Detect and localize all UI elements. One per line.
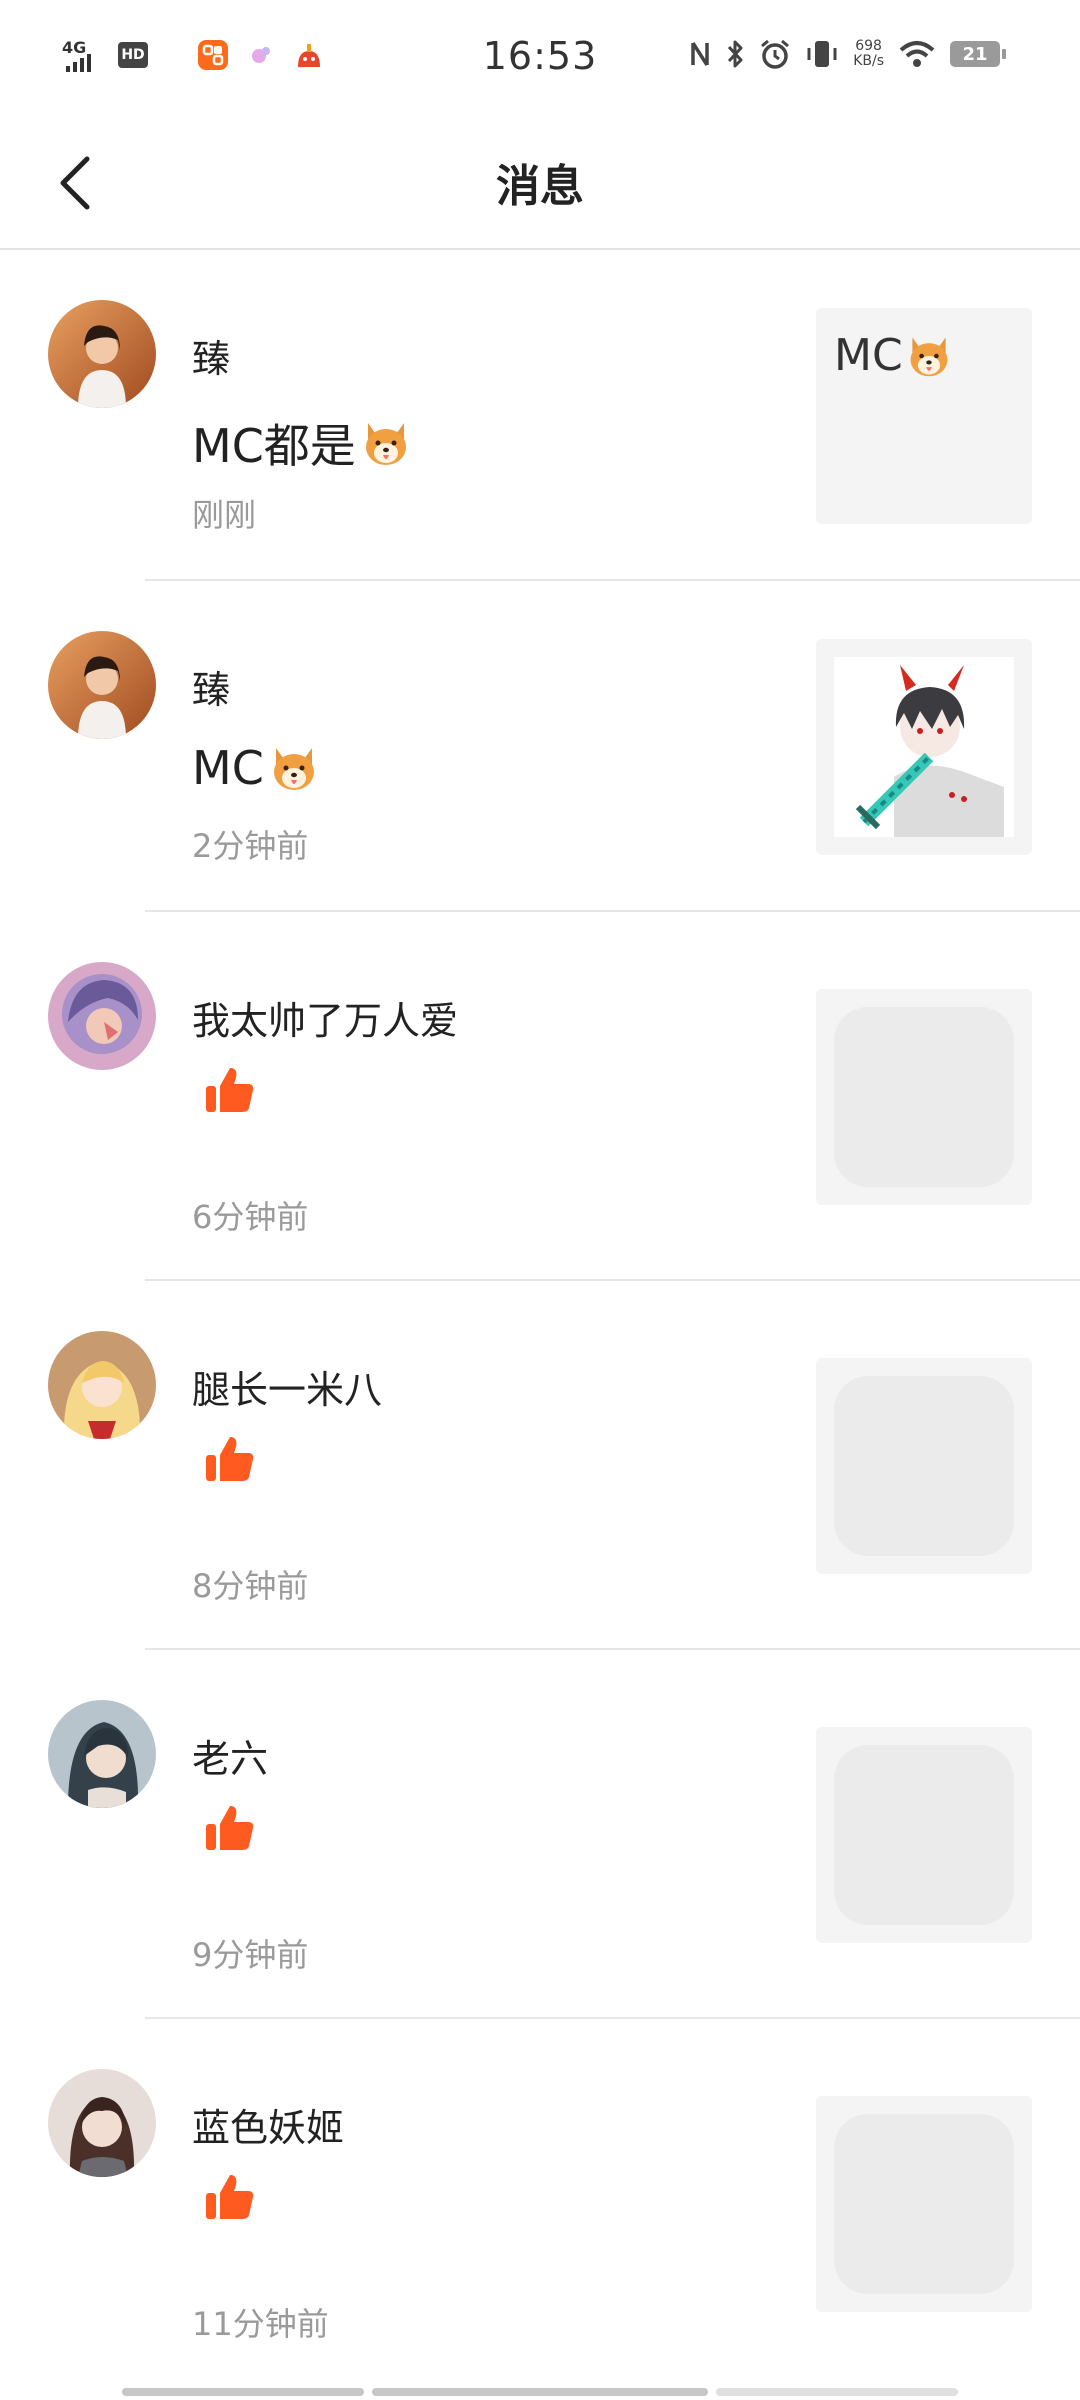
- like-icon: [202, 1800, 258, 1856]
- list-item[interactable]: 腿长一米八 8分钟前: [0, 1281, 1080, 1650]
- avatar[interactable]: [48, 300, 156, 408]
- sender-name[interactable]: 臻: [192, 328, 230, 383]
- thumbnail-text: MC: [834, 330, 953, 381]
- thumbnail-caption: MC: [834, 330, 903, 381]
- timestamp: 刚刚: [192, 496, 257, 534]
- sender-name[interactable]: 老六: [192, 1728, 268, 1783]
- scroll-indicator: [372, 2388, 708, 2396]
- sender-name[interactable]: 臻: [192, 659, 230, 714]
- post-thumbnail[interactable]: [816, 1358, 1032, 1574]
- nfc-icon: [691, 42, 709, 66]
- post-thumbnail[interactable]: [816, 989, 1032, 1205]
- timestamp: 6分钟前: [192, 1198, 309, 1236]
- list-item[interactable]: 臻 MC 2分钟前: [0, 581, 1080, 912]
- scroll-indicator: [716, 2388, 958, 2396]
- list-item[interactable]: 老六 9分钟前: [0, 1650, 1080, 2019]
- notification-list: 臻 MC都是 刚刚 MC 臻 MC 2分钟前 我太帅了万人爱 6分钟前 腿长一米…: [0, 250, 1080, 2388]
- nav-bar: 消息: [0, 120, 1080, 250]
- wifi-icon: [899, 41, 935, 67]
- list-item[interactable]: 蓝色妖姬 11分钟前: [0, 2019, 1080, 2388]
- list-item[interactable]: 臻 MC都是 刚刚 MC: [0, 250, 1080, 581]
- like-icon: [202, 1431, 258, 1487]
- post-thumbnail[interactable]: MC: [816, 308, 1032, 524]
- timestamp: 9分钟前: [192, 1936, 309, 1974]
- status-bar: 4G HD 16:53 698 KB/s 21: [0, 0, 1080, 120]
- sender-name[interactable]: 我太帅了万人爱: [192, 990, 458, 1045]
- comment-body: MC: [192, 741, 264, 795]
- page-title: 消息: [496, 161, 584, 212]
- avatar[interactable]: [48, 2069, 156, 2177]
- network-speed: 698 KB/s: [853, 38, 884, 69]
- avatar[interactable]: [48, 962, 156, 1070]
- thumbnail-placeholder: [834, 2114, 1014, 2294]
- post-thumbnail[interactable]: [816, 2096, 1032, 2312]
- sender-name[interactable]: 蓝色妖姬: [192, 2097, 344, 2152]
- shiba-dog-emoji-icon: [365, 423, 406, 465]
- like-icon: [202, 1062, 258, 1118]
- thumbnail-placeholder: [834, 1376, 1014, 1556]
- sender-name[interactable]: 腿长一米八: [192, 1359, 382, 1414]
- comment-body: MC都是: [192, 419, 356, 473]
- vibrate-icon: [807, 41, 837, 67]
- post-thumbnail[interactable]: [816, 1727, 1032, 1943]
- timestamp: 11分钟前: [192, 2305, 329, 2343]
- timestamp: 8分钟前: [192, 1567, 309, 1605]
- battery-icon: 21: [950, 41, 1006, 67]
- scroll-indicator: [122, 2388, 364, 2396]
- list-item[interactable]: 我太帅了万人爱 6分钟前: [0, 912, 1080, 1281]
- avatar[interactable]: [48, 1700, 156, 1808]
- like-icon: [202, 2169, 258, 2225]
- status-right: 698 KB/s 21: [689, 38, 1006, 70]
- thumbnail-placeholder: [834, 1745, 1014, 1925]
- avatar[interactable]: [48, 631, 156, 739]
- anime-boy-with-diamond-sword-image: [834, 657, 1014, 837]
- thumbnail-placeholder: [834, 1007, 1014, 1187]
- timestamp: 2分钟前: [192, 827, 309, 865]
- shiba-dog-emoji-icon: [273, 748, 314, 790]
- avatar[interactable]: [48, 1331, 156, 1439]
- post-thumbnail[interactable]: [816, 639, 1032, 855]
- comment-text: MC都是: [192, 410, 412, 476]
- bluetooth-icon: [728, 40, 743, 68]
- alarm-icon: [761, 39, 790, 69]
- shiba-dog-emoji-icon: [910, 337, 948, 376]
- comment-text: MC: [192, 741, 320, 795]
